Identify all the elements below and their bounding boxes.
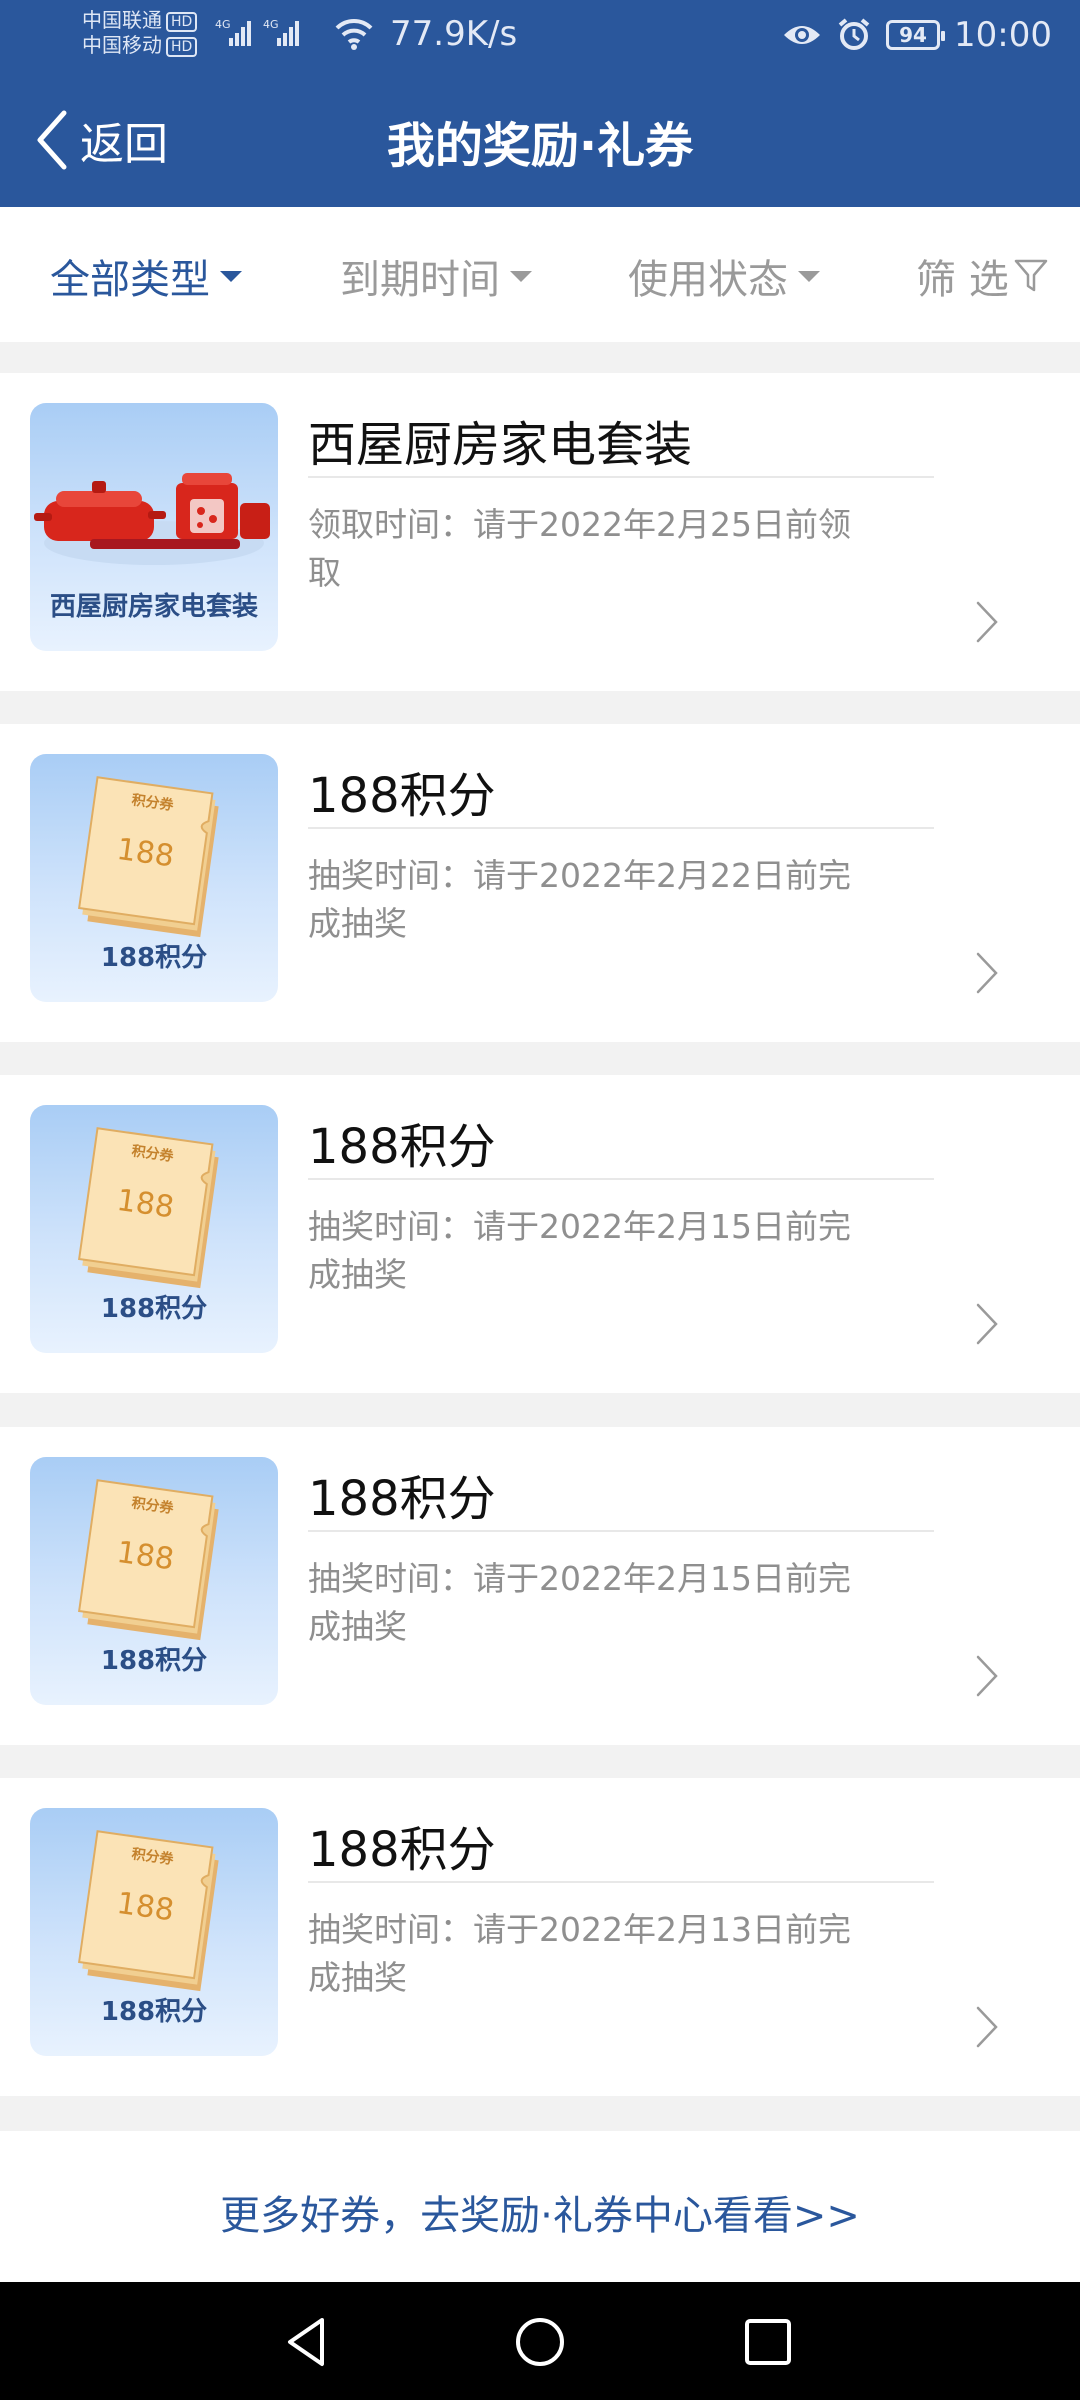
signal-strength-icon: 4G 4G (215, 18, 299, 46)
reward-thumbnail: 积分券 188 188积分 (30, 754, 278, 1002)
home-circle-icon[interactable] (510, 2312, 570, 2372)
thumbnail-caption: 188积分 (100, 1294, 208, 1324)
divider (308, 1530, 934, 1532)
reward-deadline: 抽奖时间：请于2022年2月13日前完成抽奖 (308, 1910, 851, 1997)
reward-deadline: 领取时间：请于2022年2月25日前领取 (308, 505, 851, 592)
caret-down-icon (510, 270, 532, 282)
svg-text:4G: 4G (215, 18, 231, 31)
divider (308, 827, 934, 829)
back-label: 返回 (80, 119, 168, 170)
thumbnail-caption: 188积分 (100, 1997, 208, 2027)
reward-card[interactable]: 西屋厨房家电套装 西屋厨房家电套装 领取时间：请于2022年2月25日前领取 (0, 373, 1080, 691)
reward-thumbnail: 西屋厨房家电套装 (30, 403, 278, 651)
wifi-icon (335, 18, 373, 50)
chevron-right-icon (976, 952, 998, 994)
reward-card[interactable]: 积分券 188 188积分 188积分 抽奖时间：请于2022年2月15日前完成… (0, 1427, 1080, 1745)
app-header: 中国联通 HD 中国移动 HD 4G 4G 77.9K/s 94 10:00 我… (0, 0, 1080, 207)
carrier-1: 中国联通 (82, 8, 162, 32)
carrier-info: 中国联通 HD 中国移动 HD (82, 8, 198, 58)
svg-text:4G: 4G (263, 18, 279, 31)
hd-badge: HD (166, 36, 198, 57)
filter-type[interactable]: 全部类型 (50, 247, 242, 305)
thumbnail-caption: 西屋厨房家电套装 (49, 592, 258, 622)
reward-title: 188积分 (308, 1471, 496, 1527)
reward-thumbnail: 积分券 188 188积分 (30, 1105, 278, 1353)
clock: 10:00 (954, 15, 1052, 55)
alarm-icon (838, 18, 870, 50)
caret-down-icon (220, 270, 242, 282)
filter-screen[interactable]: 筛 选 (916, 247, 1049, 305)
divider (308, 1178, 934, 1180)
hd-badge: HD (166, 11, 198, 32)
filter-type-label: 全部类型 (50, 257, 210, 303)
reward-deadline: 抽奖时间：请于2022年2月15日前完成抽奖 (308, 1559, 851, 1646)
chevron-left-icon (37, 110, 67, 170)
thumbnail-caption: 188积分 (100, 1646, 208, 1676)
status-bar: 中国联通 HD 中国移动 HD 4G 4G 77.9K/s 94 10:00 (0, 0, 1080, 70)
filter-status-label: 使用状态 (628, 257, 788, 303)
chevron-right-icon (976, 2006, 998, 2048)
chevron-right-icon (976, 1655, 998, 1697)
filter-screen-label: 筛 选 (916, 257, 1009, 303)
thumbnail-caption: 188积分 (100, 943, 208, 973)
system-nav-bar (0, 2282, 1080, 2400)
filter-bar: 全部类型 到期时间 使用状态 筛 选 (0, 207, 1080, 342)
back-button[interactable]: 返回 (34, 108, 168, 172)
filter-expiry-label: 到期时间 (340, 257, 500, 303)
eye-icon (784, 26, 821, 44)
reward-thumbnail: 积分券 188 188积分 (30, 1457, 278, 1705)
caret-down-icon (798, 270, 820, 282)
reward-card[interactable]: 积分券 188 188积分 188积分 抽奖时间：请于2022年2月15日前完成… (0, 1075, 1080, 1393)
reward-deadline: 抽奖时间：请于2022年2月22日前完成抽奖 (308, 856, 851, 943)
reward-title: 188积分 (308, 768, 496, 824)
filter-status[interactable]: 使用状态 (628, 247, 820, 305)
reward-deadline: 抽奖时间：请于2022年2月15日前完成抽奖 (308, 1207, 851, 1294)
reward-thumbnail: 积分券 188 188积分 (30, 1808, 278, 2056)
footer: 更多好券，去奖励·礼券中心看看>> (0, 2131, 1080, 2282)
divider (308, 476, 934, 478)
divider (308, 1881, 934, 1883)
back-triangle-icon[interactable] (278, 2312, 338, 2372)
filter-expiry[interactable]: 到期时间 (340, 247, 532, 305)
recents-square-icon[interactable] (738, 2312, 798, 2372)
reward-title: 188积分 (308, 1119, 496, 1175)
chevron-right-icon (976, 1303, 998, 1345)
carrier-2: 中国移动 (82, 33, 162, 57)
battery-icon: 94 (886, 20, 946, 50)
status-right: 94 10:00 (782, 12, 1052, 58)
reward-card[interactable]: 积分券 188 188积分 188积分 抽奖时间：请于2022年2月22日前完成… (0, 724, 1080, 1042)
network-speed: 77.9K/s (390, 14, 518, 54)
reward-title: 188积分 (308, 1822, 496, 1878)
battery-level: 94 (899, 23, 927, 47)
chevron-right-icon (976, 601, 998, 643)
reward-card[interactable]: 积分券 188 188积分 188积分 抽奖时间：请于2022年2月13日前完成… (0, 1778, 1080, 2096)
more-coupons-link[interactable]: 更多好券，去奖励·礼券中心看看>> (0, 2183, 1080, 2241)
funnel-icon (1014, 259, 1047, 292)
reward-title: 西屋厨房家电套装 (308, 417, 693, 473)
